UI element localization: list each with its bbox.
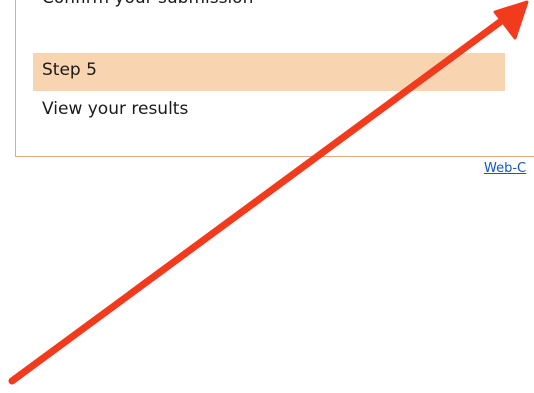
step-5-heading: Step 5	[42, 60, 97, 80]
step-5-highlight	[33, 53, 505, 91]
step-5-description: View your results	[42, 99, 189, 119]
footer-link[interactable]: Web-C	[484, 161, 526, 176]
step-4-description: Confirm your submission	[42, 0, 253, 8]
screenshot-stage: Confirm your submission Step 5 View your…	[0, 0, 534, 393]
